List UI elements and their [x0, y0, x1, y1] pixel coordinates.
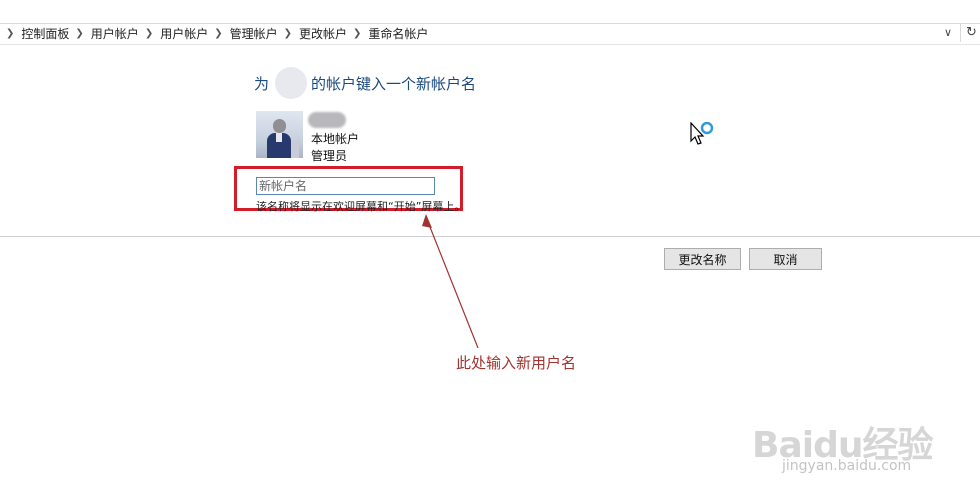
page-title: 为 的帐户键入一个新帐户名 [254, 67, 477, 99]
address-bar-bottom-border [0, 44, 980, 45]
breadcrumb-item-user-accounts-2[interactable]: 用户帐户 [160, 25, 208, 42]
new-account-name-input[interactable] [256, 177, 435, 195]
account-role-label: 管理员 [311, 149, 348, 163]
redacted-username [275, 67, 308, 99]
chevron-right-icon[interactable]: ❯ [6, 28, 14, 39]
redacted-account-name [308, 112, 346, 128]
breadcrumb[interactable]: ❯ 控制面板 ❯ 用户帐户 ❯ 用户帐户 ❯ 管理帐户 ❯ 更改帐户 ❯ 重命名… [0, 24, 962, 42]
refresh-icon[interactable]: ↻ [966, 25, 977, 40]
chevron-right-icon[interactable]: ❯ [353, 28, 361, 39]
page-title-prefix: 为 [254, 74, 270, 93]
address-bar-divider [960, 24, 961, 42]
breadcrumb-item-rename-account[interactable]: 重命名帐户 [368, 25, 428, 42]
account-type-label: 本地帐户 [311, 132, 360, 146]
breadcrumb-item-user-accounts[interactable]: 用户帐户 [91, 25, 139, 42]
chevron-down-icon[interactable]: ∨ [944, 26, 952, 39]
annotation-label: 此处输入新用户名 [456, 354, 577, 372]
avatar [256, 111, 303, 158]
chevron-right-icon[interactable]: ❯ [214, 28, 222, 39]
watermark-url: jingyan.baidu.com [782, 458, 912, 474]
breadcrumb-item-change-account[interactable]: 更改帐户 [299, 25, 347, 42]
cancel-button[interactable]: 取消 [749, 248, 822, 270]
chevron-right-icon[interactable]: ❯ [284, 28, 292, 39]
breadcrumb-item-control-panel[interactable]: 控制面板 [21, 25, 69, 42]
change-name-button[interactable]: 更改名称 [664, 248, 741, 270]
busy-cursor-icon [690, 122, 714, 145]
page-title-suffix: 的帐户键入一个新帐户名 [311, 74, 477, 93]
chevron-right-icon[interactable]: ❯ [75, 28, 83, 39]
name-hint-text: 该名称将显示在欢迎屏幕和“开始”屏幕上。 [256, 201, 462, 213]
breadcrumb-item-manage-accounts[interactable]: 管理帐户 [230, 25, 278, 42]
chevron-right-icon[interactable]: ❯ [145, 28, 153, 39]
section-divider [0, 236, 980, 237]
